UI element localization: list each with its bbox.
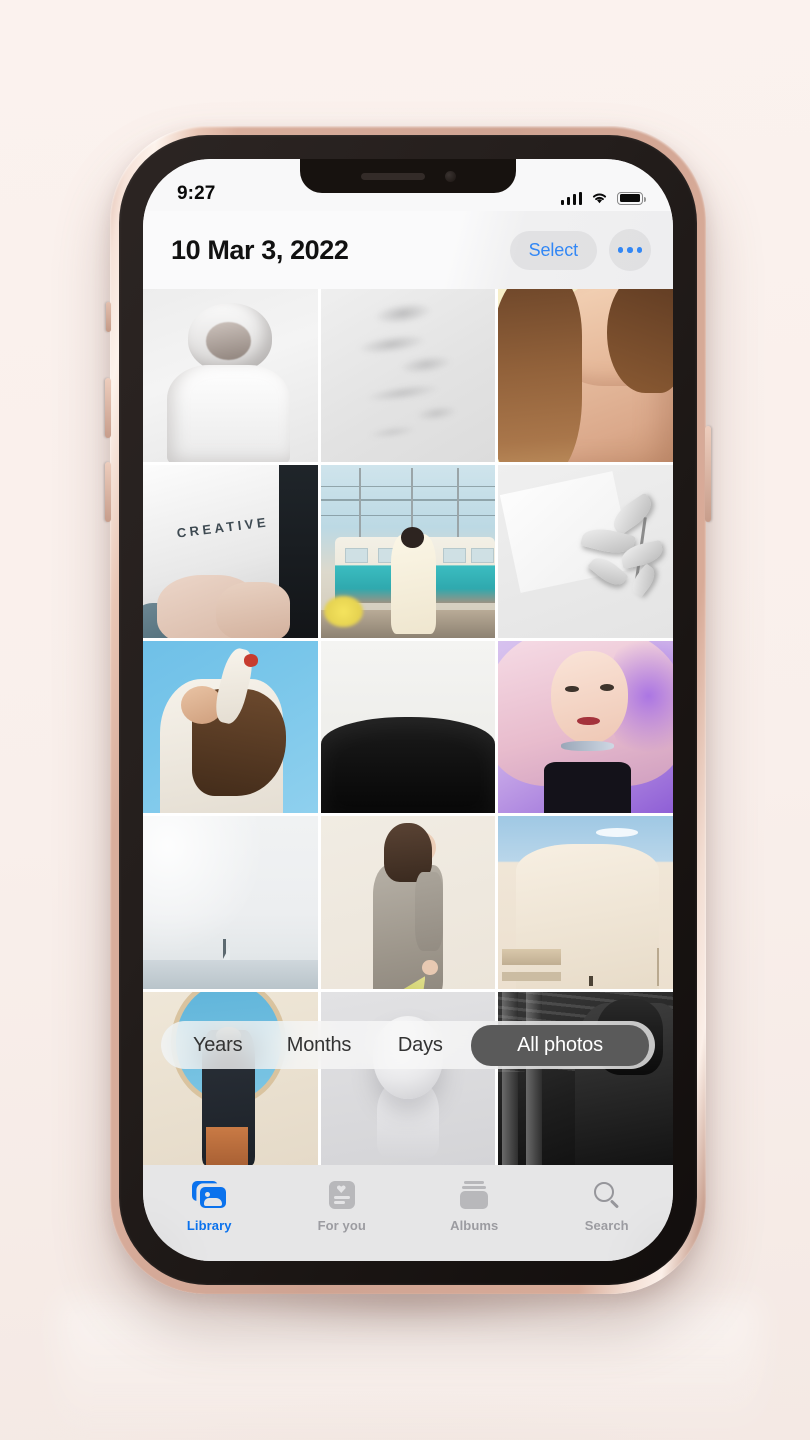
phone-device: 9:27 10 Mar 3, 2022 Select CREATIVE Year… [105, 126, 711, 1294]
select-button[interactable]: Select [509, 230, 597, 270]
tab-for-you-label: For you [317, 1218, 366, 1233]
floor-shadow [128, 1288, 688, 1380]
photo-thumbnail[interactable] [498, 640, 673, 814]
status-bar-icons [560, 191, 646, 205]
photo-stack-icon [192, 1179, 227, 1211]
header-actions: Select [509, 229, 651, 271]
app-header: 10 Mar 3, 2022 Select [143, 211, 673, 289]
battery-icon [617, 191, 646, 205]
volume-up-button[interactable] [105, 378, 111, 438]
photo-thumbnail[interactable] [498, 816, 673, 990]
photo-thumbnail[interactable] [320, 816, 496, 990]
photo-thumbnail[interactable] [320, 992, 496, 1165]
more-dot-icon [617, 247, 624, 253]
magnifier-icon [593, 1179, 621, 1211]
wifi-icon [592, 193, 607, 204]
tab-library[interactable]: Library [143, 1179, 276, 1233]
phone-screen: 9:27 10 Mar 3, 2022 Select CREATIVE Year… [143, 159, 673, 1261]
volume-down-button[interactable] [105, 462, 111, 522]
photo-thumbnail[interactable] [498, 289, 673, 462]
photo-thumbnail[interactable] [320, 289, 496, 462]
photo-thumbnail[interactable] [143, 816, 318, 990]
photo-thumbnail[interactable] [143, 992, 318, 1165]
front-camera-icon [444, 170, 456, 182]
photo-grid: CREATIVE Years Months Days All photos [143, 289, 673, 1165]
segment-months[interactable]: Months [268, 1034, 369, 1057]
device-notch [300, 159, 516, 193]
more-options-button[interactable] [609, 229, 651, 271]
tab-albums-label: Albums [450, 1218, 499, 1233]
albums-box-icon [459, 1179, 489, 1211]
cellular-signal-icon [560, 191, 582, 205]
segment-days[interactable]: Days [370, 1034, 471, 1057]
timeline-segmented-control: Years Months Days All photos [161, 1021, 655, 1069]
tab-library-label: Library [186, 1218, 232, 1233]
speaker-grille-icon [360, 172, 425, 180]
tab-bar: Library For you Albums Search [143, 1165, 673, 1261]
segment-all-photos[interactable]: All photos [470, 1024, 649, 1066]
more-dot-icon [627, 247, 633, 253]
memories-card-icon [328, 1179, 355, 1211]
tab-search-label: Search [584, 1218, 629, 1233]
more-dot-icon [636, 247, 643, 253]
phone-bezel: 9:27 10 Mar 3, 2022 Select CREATIVE Year… [119, 135, 697, 1285]
photo-thumbnail[interactable] [143, 640, 318, 814]
photo-thumbnail[interactable] [320, 464, 496, 638]
tab-albums[interactable]: Albums [408, 1179, 541, 1233]
photo-thumbnail[interactable] [498, 992, 673, 1165]
status-bar-time: 9:27 [177, 183, 216, 204]
photo-thumbnail[interactable] [498, 464, 673, 638]
page-title: 10 Mar 3, 2022 [171, 234, 349, 265]
photo-thumbnail[interactable] [320, 640, 496, 814]
power-button[interactable] [705, 426, 711, 522]
tab-for-you[interactable]: For you [276, 1179, 409, 1233]
photo-thumbnail[interactable] [143, 289, 318, 462]
photo-thumbnail[interactable]: CREATIVE [143, 464, 318, 638]
segment-years[interactable]: Years [167, 1034, 268, 1057]
mute-switch[interactable] [106, 302, 111, 332]
tab-search[interactable]: Search [541, 1179, 674, 1233]
